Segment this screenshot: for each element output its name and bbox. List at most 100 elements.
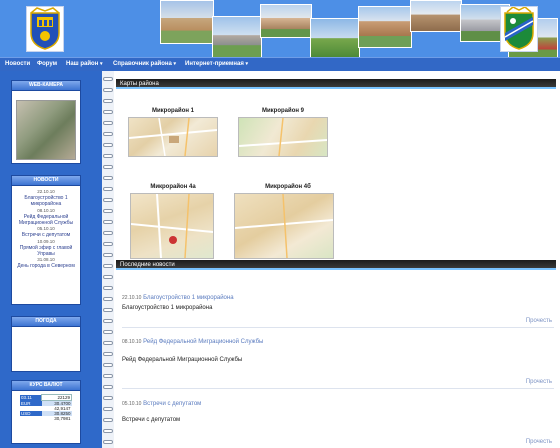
building-photo: [160, 0, 214, 44]
spiral-ring: [103, 220, 113, 224]
chevron-down-icon: ▾: [100, 61, 103, 67]
maps-section-title: Карты района: [116, 79, 556, 89]
sidebar-news-link[interactable]: Встречи с депутатом: [12, 232, 80, 238]
spiral-ring: [103, 121, 113, 125]
spiral-ring: [103, 187, 113, 191]
spiral-ring: [103, 341, 113, 345]
sidebar-news-link[interactable]: Рейд Федеральной Миграционной Службы: [12, 214, 80, 226]
currency-title: КУРС ВАЛЮТ: [12, 381, 80, 391]
currency-value: 30,7981: [54, 416, 71, 421]
spiral-ring: [103, 198, 113, 202]
map-title: Микрорайон 9: [261, 108, 304, 114]
spiral-ring: [103, 308, 113, 312]
news-title-link[interactable]: Встречи с депутатом: [143, 401, 201, 407]
news-date: 22.10.10: [122, 295, 142, 301]
news-title-link[interactable]: Рейд Федеральной Миграционной Службы: [143, 339, 263, 345]
news-box: НОВОСТИ 22.10.10 Благоустройство 1 микро…: [11, 175, 81, 305]
spiral-ring: [103, 88, 113, 92]
district-map-4a[interactable]: [130, 193, 214, 259]
notebook-spiral-binding: [102, 71, 114, 448]
webcam-box: WEB-КАМЕРА: [11, 80, 81, 164]
spiral-ring: [103, 176, 113, 180]
nav-internet-reception[interactable]: Интернет-приемная ▾: [185, 61, 248, 67]
spiral-ring: [103, 319, 113, 323]
nav-internet-reception-label: Интернет-приемная: [185, 61, 244, 67]
news-title-link[interactable]: Благоустройство 1 микрорайона: [143, 295, 233, 301]
spiral-ring: [103, 132, 113, 136]
news-text: Встречи с депутатом: [122, 417, 181, 423]
building-photo: [410, 0, 462, 32]
sidebar-news-list: 22.10.10 Благоустройство 1 микрорайона 0…: [12, 186, 80, 270]
latest-news-section-title: Последние новости: [116, 260, 556, 270]
nav-news[interactable]: Новости: [5, 61, 30, 67]
sidebar-news-link[interactable]: Благоустройство 1 микрорайона: [12, 195, 80, 207]
header-photo-collage: [160, 0, 558, 58]
spiral-ring: [103, 352, 113, 356]
spiral-ring: [103, 110, 113, 114]
spiral-ring: [103, 297, 113, 301]
spiral-ring: [103, 99, 113, 103]
chevron-down-icon: ▾: [245, 61, 249, 67]
map-title: Микрорайон 4б: [265, 184, 311, 190]
webcam-image[interactable]: [16, 100, 76, 160]
spiral-ring: [103, 253, 113, 257]
read-more-link[interactable]: Прочесть: [526, 318, 552, 324]
news-date: 08.10.10: [122, 339, 142, 345]
spiral-ring: [103, 231, 113, 235]
spiral-ring: [103, 264, 113, 268]
spiral-ring: [103, 374, 113, 378]
weather-box: ПОГОДА: [11, 316, 81, 372]
nav-district-directory[interactable]: Справочник района ▾: [113, 61, 176, 67]
district-map-1[interactable]: [128, 117, 218, 157]
main-content: Карты района Микрорайон 1 Микрорайон 9 М…: [114, 71, 560, 448]
building-photo: [310, 18, 360, 58]
district-map-4b[interactable]: [234, 193, 334, 259]
sidebar-news-link[interactable]: Прямой эфир с главой Управы: [12, 245, 80, 257]
spiral-ring: [103, 77, 113, 81]
spiral-ring: [103, 385, 113, 389]
building-photo: [260, 4, 312, 38]
news-text: Благоустройство 1 микрорайона: [122, 305, 213, 311]
spiral-ring: [103, 209, 113, 213]
spiral-ring: [103, 286, 113, 290]
divider: [122, 388, 554, 389]
spiral-ring: [103, 407, 113, 411]
main-navigation: Новости Форум Наш район ▾ Справочник рай…: [0, 57, 560, 72]
spiral-ring: [103, 154, 113, 158]
sidebar-news-link[interactable]: День города в Северном: [12, 263, 80, 269]
nav-our-district-label: Наш район: [66, 61, 99, 67]
weather-title: ПОГОДА: [12, 317, 80, 327]
district-map-9[interactable]: [238, 117, 328, 157]
spiral-ring: [103, 396, 113, 400]
building-photo: [358, 6, 412, 48]
district-coat-of-arms-icon[interactable]: [26, 6, 64, 52]
spiral-ring: [103, 275, 113, 279]
spiral-ring: [103, 143, 113, 147]
map-title: Микрорайон 4а: [150, 184, 196, 190]
nav-our-district[interactable]: Наш район ▾: [66, 61, 103, 67]
left-sidebar: WEB-КАМЕРА НОВОСТИ 22.10.10 Благоустройс…: [0, 71, 108, 448]
news-date: 05.10.10: [122, 401, 142, 407]
site-header: [0, 0, 560, 58]
area-coat-of-arms-icon[interactable]: [500, 6, 538, 52]
currency-row: 30,7981: [20, 416, 72, 421]
nav-forum[interactable]: Форум: [37, 61, 57, 67]
spiral-ring: [103, 330, 113, 334]
read-more-link[interactable]: Прочесть: [526, 439, 552, 445]
news-text: Рейд Федеральной Миграционной Службы: [122, 357, 243, 363]
read-more-link[interactable]: Прочесть: [526, 379, 552, 385]
news-entry: 22.10.10 Благоустройство 1 микрорайона Б…: [122, 295, 554, 311]
chevron-down-icon: ▾: [173, 61, 177, 67]
map-title: Микрорайон 1: [151, 108, 194, 114]
currency-box: КУРС ВАЛЮТ 03.11 22129 EUR 30.4700 42,91…: [11, 380, 81, 444]
divider: [122, 327, 554, 328]
nav-district-directory-label: Справочник района: [113, 61, 172, 67]
spiral-ring: [103, 363, 113, 367]
spiral-ring: [103, 165, 113, 169]
currency-label: [20, 416, 42, 421]
spiral-ring: [103, 429, 113, 433]
spiral-ring: [103, 418, 113, 422]
news-entry: 05.10.10 Встречи с депутатом Встречи с д…: [122, 401, 554, 423]
building-photo: [212, 16, 262, 58]
webcam-title: WEB-КАМЕРА: [12, 81, 80, 91]
